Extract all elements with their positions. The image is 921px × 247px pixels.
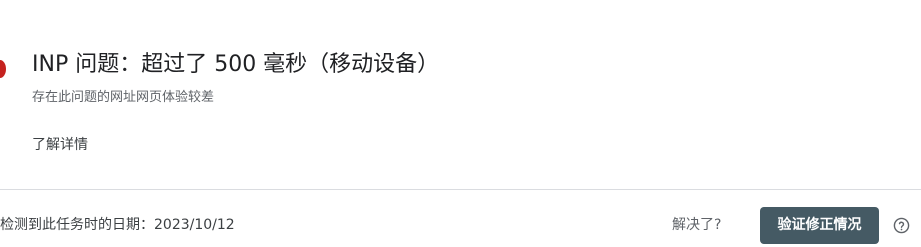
validate-fix-button[interactable]: 验证修正情况 — [760, 207, 879, 244]
help-circle-icon[interactable] — [893, 217, 910, 234]
resolved-question-label: 解决了? — [672, 217, 722, 233]
learn-more-link[interactable]: 了解详情 — [32, 135, 88, 155]
issue-detail-panel: INP 问题：超过了 500 毫秒（移动设备） 存在此问题的网址网页体验较差 了… — [0, 0, 921, 247]
divider — [0, 189, 921, 190]
detected-date-text: 检测到此任务时的日期：2023/10/12 — [0, 217, 235, 233]
status-indicator-icon — [0, 60, 6, 78]
issue-title: INP 问题：超过了 500 毫秒（移动设备） — [32, 52, 440, 77]
issue-subtitle: 存在此问题的网址网页体验较差 — [32, 90, 215, 105]
